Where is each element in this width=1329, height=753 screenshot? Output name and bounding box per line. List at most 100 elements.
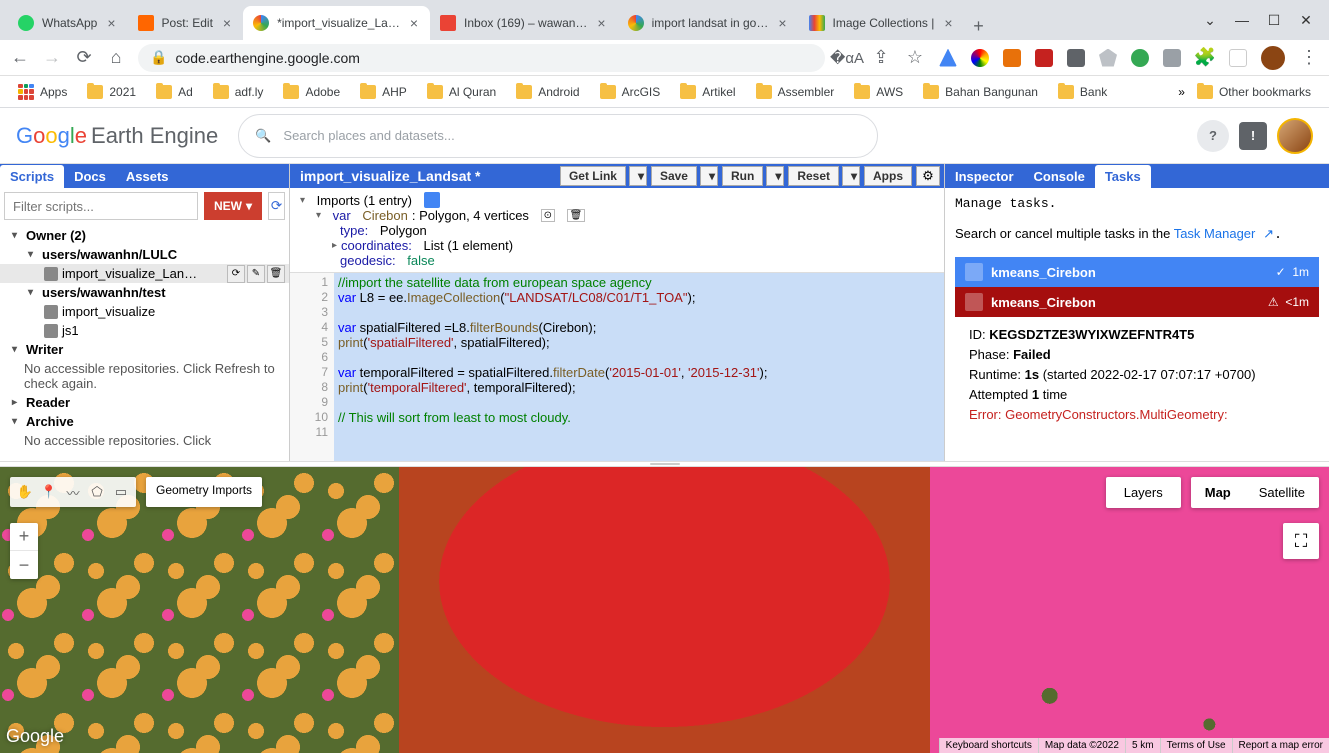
ext-icon[interactable] — [1067, 49, 1085, 67]
task-row[interactable]: kmeans_Cirebon⚠ <1m — [955, 287, 1319, 317]
help-button[interactable]: ? — [1197, 120, 1229, 152]
search-input[interactable]: 🔍 Search places and datasets... — [238, 114, 878, 158]
bookmark-folder[interactable]: Al Quran — [419, 81, 504, 103]
ext-icon[interactable] — [1035, 49, 1053, 67]
close-icon[interactable]: × — [595, 15, 607, 31]
bookmark-overflow[interactable]: » — [1178, 85, 1185, 99]
layers-button[interactable]: Layers — [1106, 477, 1181, 508]
run-dropdown[interactable]: ▾ — [766, 166, 784, 186]
caret-icon[interactable]: ▸ — [332, 240, 337, 251]
tab-inspector[interactable]: Inspector — [945, 165, 1024, 188]
tree-file[interactable]: js1 — [0, 321, 289, 340]
code-editor[interactable]: 1234567891011 //import the satellite dat… — [290, 273, 944, 461]
new-tab-button[interactable]: + — [965, 12, 993, 40]
bookmark-folder[interactable]: adf.ly — [205, 81, 272, 103]
bookmark-folder[interactable]: Bank — [1050, 81, 1115, 103]
ext-icon[interactable] — [1003, 49, 1021, 67]
hand-tool-icon[interactable]: ✋ — [14, 481, 36, 503]
new-button[interactable]: NEW ▾ — [204, 192, 262, 220]
tab-docs[interactable]: Image Collections |× — [799, 6, 965, 40]
bookmark-folder[interactable]: AWS — [846, 81, 911, 103]
zoom-out-button[interactable]: − — [10, 551, 38, 579]
feedback-button[interactable]: ! — [1239, 122, 1267, 150]
tab-console[interactable]: Console — [1024, 165, 1095, 188]
ext-icon[interactable] — [939, 49, 957, 67]
close-icon[interactable]: × — [776, 15, 788, 31]
code-content[interactable]: //import the satellite data from europea… — [334, 273, 944, 461]
attr-item[interactable]: Terms of Use — [1160, 738, 1232, 753]
bookmark-folder[interactable]: Ad — [148, 81, 201, 103]
tab-assets[interactable]: Assets — [116, 165, 179, 188]
bookmark-folder[interactable]: 2021 — [79, 81, 144, 103]
url-input[interactable]: 🔒 code.earthengine.google.com — [138, 44, 825, 72]
delete-import-icon[interactable]: 🗑 — [567, 209, 586, 222]
extensions-icon[interactable]: 🧩 — [1195, 48, 1215, 68]
tab-search[interactable]: import landsat in go…× — [618, 6, 799, 40]
user-avatar[interactable] — [1277, 118, 1313, 154]
task-row[interactable]: kmeans_Cirebon✓ 1m — [955, 257, 1319, 287]
rename-icon[interactable]: ✎ — [247, 265, 265, 283]
other-bookmarks[interactable]: Other bookmarks — [1189, 81, 1319, 103]
close-icon[interactable]: × — [408, 15, 420, 31]
close-icon[interactable]: × — [105, 15, 117, 31]
minimize-icon[interactable]: — — [1235, 13, 1249, 27]
translate-icon[interactable]: �αΑ — [837, 48, 857, 68]
ext-icon[interactable] — [971, 49, 989, 67]
filter-scripts-input[interactable] — [4, 192, 198, 220]
caret-icon[interactable]: ▾ — [316, 210, 321, 221]
run-button[interactable]: Run — [722, 166, 763, 186]
getlink-button[interactable]: Get Link — [560, 166, 626, 186]
marker-tool-icon[interactable]: 📍 — [38, 481, 60, 503]
back-icon[interactable]: ← — [10, 48, 30, 68]
profile-avatar[interactable] — [1261, 46, 1285, 70]
star-icon[interactable]: ☆ — [905, 48, 925, 68]
bookmark-folder[interactable]: ArcGIS — [592, 81, 669, 103]
tree-reader[interactable]: ▸Reader — [0, 393, 289, 412]
locate-icon[interactable]: ⊙ — [541, 209, 555, 222]
ext-icon[interactable] — [1229, 49, 1247, 67]
bookmark-folder[interactable]: Adobe — [275, 81, 348, 103]
bookmark-folder[interactable]: Assembler — [748, 81, 843, 103]
apps-button[interactable]: Apps — [864, 166, 912, 186]
bookmark-folder[interactable]: Artikel — [672, 81, 743, 103]
tree-writer[interactable]: ▾Writer — [0, 340, 289, 359]
tree-file[interactable]: import_visualize_Lan…⟳✎🗑 — [0, 264, 289, 283]
refresh-button[interactable]: ⟳ — [268, 192, 285, 220]
save-dropdown[interactable]: ▾ — [700, 166, 718, 186]
map-area[interactable]: ✋ 📍 〰 ⬠ ▭ Geometry Imports + − Layers Ma… — [0, 467, 1329, 753]
rectangle-tool-icon[interactable]: ▭ — [110, 481, 132, 503]
maptype-map[interactable]: Map — [1191, 477, 1245, 508]
tab-blogger[interactable]: Post: Edit× — [128, 6, 244, 40]
maximize-icon[interactable]: ☐ — [1267, 13, 1281, 27]
zoom-in-button[interactable]: + — [10, 523, 38, 551]
save-button[interactable]: Save — [651, 166, 697, 186]
bookmark-folder[interactable]: AHP — [352, 81, 415, 103]
tree-archive[interactable]: ▾Archive — [0, 412, 289, 431]
geometry-imports-button[interactable]: Geometry Imports — [146, 477, 262, 507]
forward-icon[interactable]: → — [42, 48, 62, 68]
reload-icon[interactable]: ⟳ — [74, 48, 94, 68]
layer-icon[interactable] — [424, 192, 440, 208]
close-window-icon[interactable]: ✕ — [1299, 13, 1313, 27]
reset-button[interactable]: Reset — [788, 166, 839, 186]
tab-gee[interactable]: *import_visualize_La…× — [243, 6, 430, 40]
attr-item[interactable]: Report a map error — [1232, 738, 1329, 753]
tab-scripts[interactable]: Scripts — [0, 165, 64, 188]
close-icon[interactable]: × — [221, 15, 233, 31]
attr-item[interactable]: Keyboard shortcuts — [939, 738, 1038, 753]
fullscreen-button[interactable]: ⛶ — [1283, 523, 1319, 559]
share-icon[interactable]: ⇪ — [871, 48, 891, 68]
tab-whatsapp[interactable]: WhatsApp× — [8, 6, 128, 40]
caret-icon[interactable]: ▾ — [300, 195, 305, 206]
close-icon[interactable]: × — [942, 15, 954, 31]
tab-docs[interactable]: Docs — [64, 165, 116, 188]
tab-gmail[interactable]: Inbox (169) – wawan…× — [430, 6, 618, 40]
menu-icon[interactable]: ⋮ — [1299, 48, 1319, 68]
ext-icon[interactable] — [1163, 49, 1181, 67]
getlink-dropdown[interactable]: ▾ — [629, 166, 647, 186]
ext-icon[interactable] — [1131, 49, 1149, 67]
home-icon[interactable]: ⌂ — [106, 48, 126, 68]
reset-dropdown[interactable]: ▾ — [842, 166, 860, 186]
tree-repo[interactable]: ▾users/wawanhn/test — [0, 283, 289, 302]
chevron-down-icon[interactable]: ⌄ — [1203, 13, 1217, 27]
